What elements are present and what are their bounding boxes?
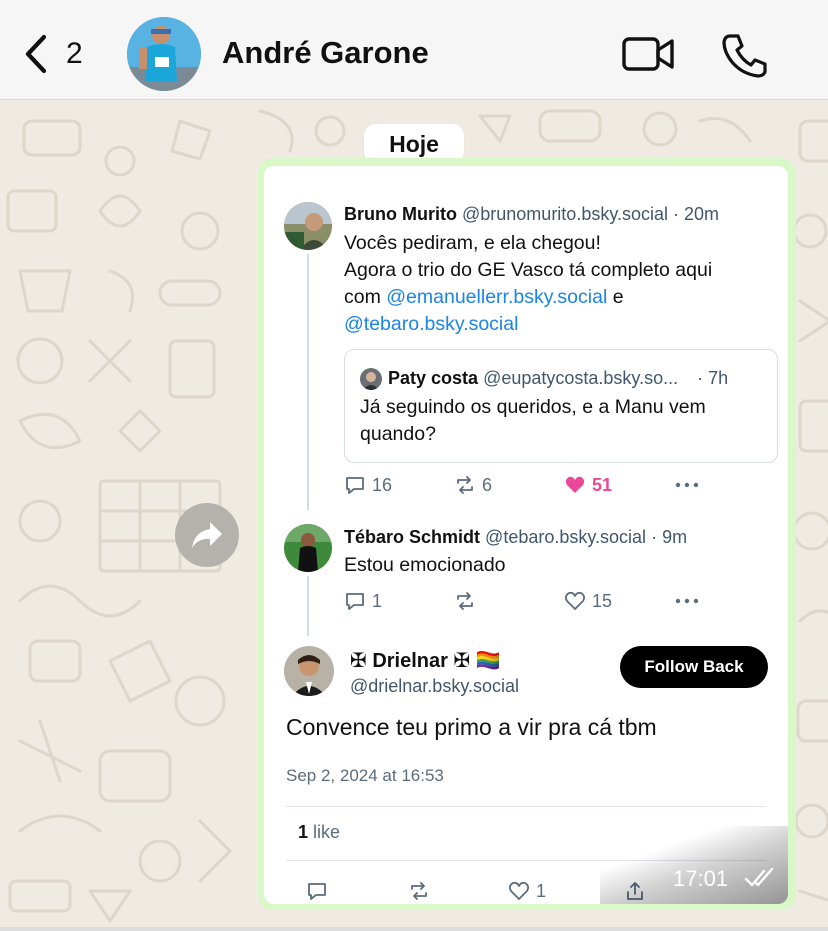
like-button[interactable]: 15 (564, 590, 612, 612)
like-button[interactable]: 1 (508, 880, 546, 902)
more-dots-icon (675, 598, 699, 604)
author-handle[interactable]: @tebaro.bsky.social (485, 527, 646, 547)
quoted-post-text: Já seguindo os queridos, e a Manu vem qu… (360, 394, 770, 448)
divider (286, 806, 766, 807)
reply-count: 16 (372, 474, 393, 495)
avatar[interactable] (284, 202, 332, 250)
timestamp-shade (600, 826, 788, 904)
post-header: Tébaro Schmidt @tebaro.bsky.social · 9m (344, 527, 687, 548)
repost-button[interactable]: 6 (454, 474, 492, 496)
quoted-post-header: Paty costa @eupatycosta.bsky.so... · 7h (388, 368, 728, 389)
forward-button[interactable] (175, 503, 239, 567)
chevron-left-icon (25, 34, 47, 74)
avatar[interactable] (284, 524, 332, 572)
like-count: 51 (592, 474, 613, 495)
quoted-author-handle: @eupatycosta.bsky.so... (483, 368, 679, 388)
author-name[interactable]: Tébaro Schmidt (344, 527, 480, 547)
mention-link[interactable]: @emanuellerr.bsky.social (386, 286, 607, 308)
forwarded-screenshot[interactable]: · ·· Bruno Murito @brunomurito.bsky.soci… (264, 166, 788, 904)
repost-count: 6 (482, 474, 493, 495)
like-count: 1 (536, 880, 547, 901)
post-line: Agora o trio do GE Vasco tá completo aqu… (344, 259, 713, 281)
heart-outline-icon (564, 591, 586, 610)
contact-avatar[interactable] (127, 17, 201, 91)
author-name[interactable]: Bruno Murito (344, 204, 457, 224)
more-options-button[interactable] (674, 590, 706, 612)
quoted-author-name: Paty costa (388, 368, 479, 388)
composer-divider (0, 927, 828, 931)
likes-summary-label: like (308, 822, 341, 842)
reply-button[interactable]: 1 (344, 590, 382, 612)
post-header: Bruno Murito @brunomurito.bsky.social · … (344, 204, 719, 225)
reply-button[interactable]: 16 (344, 474, 392, 496)
post-text: Estou emocionado (344, 554, 506, 576)
comment-icon (346, 477, 364, 494)
likes-summary-count: 1 (298, 822, 309, 842)
cropped-text: · ·· (502, 166, 533, 175)
follow-back-button[interactable]: Follow Back (620, 646, 768, 688)
quoted-avatar (360, 368, 382, 390)
repost-icon (411, 882, 427, 900)
post-line: Vocês pediram, e ela chegou! (344, 232, 601, 254)
author-handle[interactable]: @drielnar.bsky.social (350, 676, 519, 697)
thread-line (307, 576, 309, 636)
heart-outline-icon (508, 881, 530, 900)
post-text: Vocês pediram, e ela chegou! Agora o tri… (344, 230, 774, 338)
heart-filled-icon (565, 476, 585, 493)
comment-icon (308, 883, 326, 900)
like-button[interactable]: 51 (564, 474, 612, 496)
post-text-fragment: com (344, 286, 387, 308)
comment-icon (346, 593, 364, 610)
avatar[interactable] (284, 646, 334, 696)
more-options-button[interactable] (674, 474, 706, 496)
quoted-post-time: · 7h (697, 368, 729, 388)
video-call-button[interactable] (620, 30, 676, 78)
repost-icon (457, 476, 473, 494)
post-timestamp: Sep 2, 2024 at 16:53 (286, 766, 444, 785)
phone-icon (722, 34, 767, 78)
more-dots-icon (675, 482, 699, 488)
post-time: · 20m (673, 204, 720, 224)
voice-call-button[interactable] (718, 30, 774, 78)
quoted-post-line: Já seguindo os queridos, e a Manu vem (360, 396, 706, 418)
likes-summary[interactable]: 1 like (298, 822, 340, 843)
contact-name[interactable]: André Garone (222, 35, 429, 71)
reply-button[interactable] (306, 880, 334, 902)
repost-button[interactable] (408, 880, 436, 902)
quoted-post-line: quando? (360, 423, 436, 445)
reply-count: 1 (372, 590, 383, 611)
forward-arrow-icon (192, 522, 222, 548)
like-count: 15 (592, 590, 613, 611)
mention-link[interactable]: @tebaro.bsky.social (344, 313, 518, 335)
post-time: · 9m (651, 527, 688, 547)
repost-icon (457, 592, 473, 610)
double-check-icon (744, 867, 774, 887)
chat-header: 2 André Garone (0, 0, 828, 100)
author-handle[interactable]: @brunomurito.bsky.social (462, 204, 668, 224)
post-text-fragment: e (607, 286, 624, 308)
video-call-icon (622, 37, 674, 71)
thread-line (307, 254, 309, 510)
display-name[interactable]: ✠ Drielnar ✠ 🏳️‍🌈 (350, 648, 501, 673)
message-time: 17:01 (673, 866, 729, 891)
main-post-text: Convence teu primo a vir pra cá tbm (286, 714, 657, 740)
back-button[interactable]: 2 (22, 32, 102, 76)
repost-button[interactable] (454, 590, 482, 612)
unread-count: 2 (66, 37, 83, 70)
